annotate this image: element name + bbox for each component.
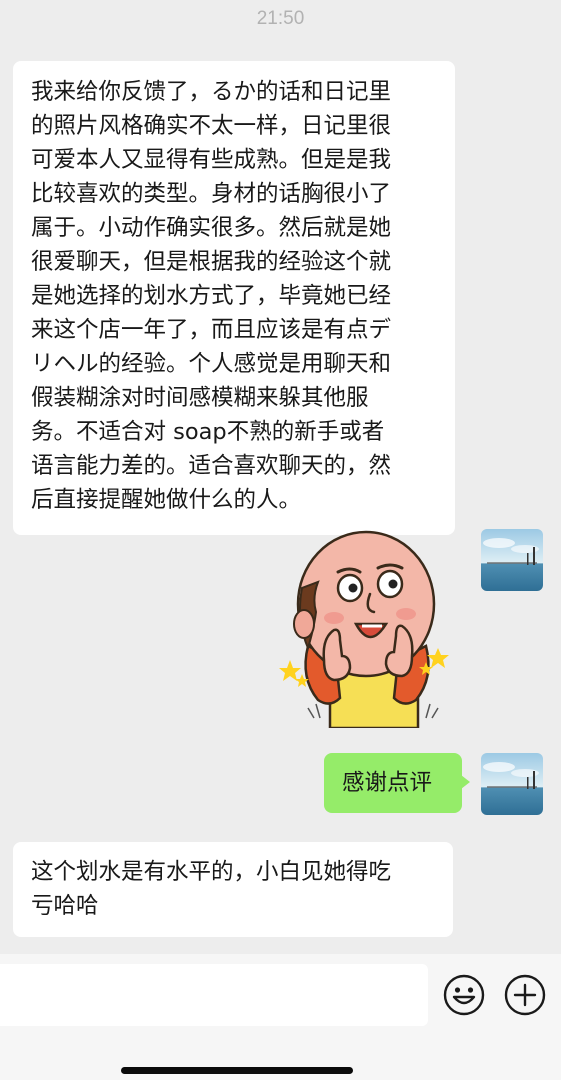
message-input[interactable] bbox=[0, 964, 428, 1026]
smiley-face-icon[interactable] bbox=[443, 974, 485, 1016]
home-indicator[interactable] bbox=[121, 1067, 353, 1074]
message-line: リヘル的经验。个人感觉是用聊天和 bbox=[31, 351, 392, 377]
message-line: 语言能力差的。适合喜欢聊天的，然 bbox=[31, 453, 392, 479]
sticker-image bbox=[279, 530, 449, 730]
message-line: 假装糊涂对时间感模糊来躲其他服 bbox=[31, 385, 369, 411]
message-timestamp: 21:50 bbox=[256, 8, 305, 29]
chat-input-bar bbox=[0, 954, 561, 1080]
plus-circle-icon[interactable] bbox=[504, 974, 546, 1016]
message-line: 的照片风格确实不太一样，日记里很 bbox=[31, 113, 392, 139]
seascape-avatar-image bbox=[481, 753, 543, 815]
message-line: 务。不适合对 soap不熟的新手或者 bbox=[31, 419, 385, 445]
message-line: 来这个店一年了，而且应该是有点デ bbox=[31, 317, 392, 343]
outgoing-message-bubble[interactable]: 感谢点评 bbox=[324, 753, 470, 813]
message-text: 感谢点评 bbox=[342, 770, 433, 796]
thumbs-up-bald-man-sticker[interactable] bbox=[278, 528, 456, 730]
seascape-avatar-image bbox=[481, 529, 543, 591]
user-avatar[interactable] bbox=[481, 529, 543, 591]
message-line: 亏哈哈 bbox=[31, 893, 99, 919]
message-line: 属于。小动作确实很多。然后就是她 bbox=[31, 215, 392, 241]
user-avatar[interactable] bbox=[481, 753, 543, 815]
message-line: 是她选择的划水方式了，毕竟她已经 bbox=[31, 283, 392, 309]
message-line: 这个划水是有水平的，小白见她得吃 bbox=[31, 859, 392, 885]
message-line: 我来给你反馈了，るか的话和日记里 bbox=[31, 79, 392, 105]
message-line: 很爱聊天，但是根据我的经验这个就 bbox=[31, 249, 392, 275]
message-line: 可爱本人又显得有些成熟。但是是我 bbox=[31, 147, 392, 173]
message-line: 比较喜欢的类型。身材的话胸很小了 bbox=[31, 181, 392, 207]
message-line: 后直接提醒她做什么的人。 bbox=[31, 487, 302, 513]
incoming-message-bubble[interactable]: 我来给你反馈了，るか的话和日记里 的照片风格确实不太一样，日记里很 可爱本人又显… bbox=[13, 61, 455, 535]
incoming-message-bubble[interactable]: 这个划水是有水平的，小白见她得吃 亏哈哈 bbox=[13, 842, 453, 937]
